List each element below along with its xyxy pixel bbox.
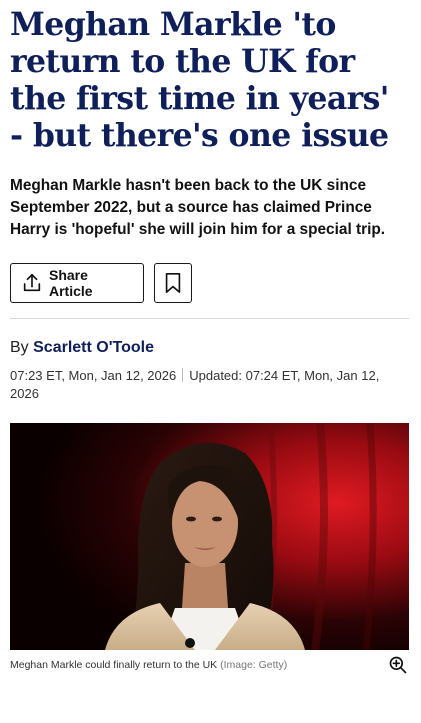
published-time: 07:23 ET, Mon, Jan 12, 2026 (10, 368, 177, 383)
article-actions: Share Article (10, 263, 409, 303)
photo-caption: Meghan Markle could finally return to th… (10, 659, 287, 671)
share-article-button[interactable]: Share Article (10, 263, 144, 303)
article-dates: 07:23 ET, Mon, Jan 12, 2026 Updated: 07:2… (10, 367, 405, 403)
caption-text: Meghan Markle could finally return to th… (10, 659, 218, 671)
photo-illustration (10, 423, 409, 650)
divider (10, 318, 409, 319)
share-article-label: Share Article (49, 267, 93, 299)
date-separator (182, 368, 184, 382)
article-photo[interactable] (10, 423, 409, 650)
bookmark-button[interactable] (154, 263, 192, 303)
share-upload-icon (21, 272, 43, 294)
article-page: Meghan Markle 'to return to the UK for t… (0, 0, 421, 723)
byline-prefix: By (10, 339, 34, 356)
article-headline: Meghan Markle 'to return to the UK for t… (10, 6, 389, 154)
caption-row: Meghan Markle could finally return to th… (10, 654, 409, 676)
article-standfirst: Meghan Markle hasn't been back to the UK… (10, 177, 386, 238)
author-link[interactable]: Scarlett O'Toole (33, 339, 154, 356)
zoom-in-icon[interactable] (387, 654, 409, 676)
photo-credit: (Image: Getty) (220, 659, 288, 671)
bookmark-icon (164, 272, 182, 294)
byline: By Scarlett O'Toole (10, 339, 409, 357)
